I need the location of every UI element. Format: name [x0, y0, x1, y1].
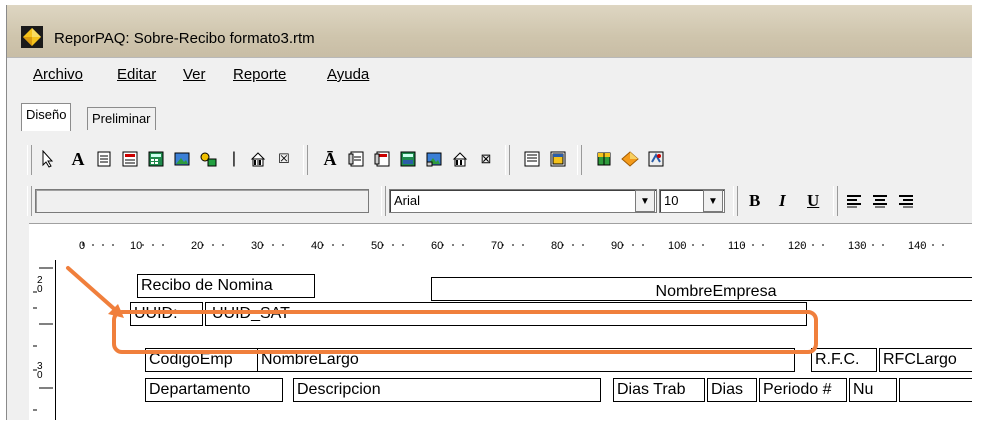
annotation-arrow-icon [66, 266, 124, 318]
chevron-down-icon[interactable]: ▼ [635, 190, 655, 212]
toolbar-grip[interactable] [733, 186, 738, 216]
title-bar: ReporPAQ: Sobre-Recibo formato3.rtm [7, 5, 972, 57]
dbrichtext-icon[interactable] [371, 147, 393, 171]
ruler-mark: 120 [788, 240, 807, 252]
vruler-mark: 2 0 [37, 275, 43, 295]
ruler-mark: 10 [130, 240, 143, 252]
ruler-mark: 20 [191, 240, 204, 252]
report-field-dias-trab[interactable]: Dias Trab [613, 378, 705, 402]
shape-icon[interactable] [197, 147, 219, 171]
menu-label: Ayuda [327, 66, 370, 83]
object-name-field[interactable] [35, 189, 369, 213]
report-field-departamento[interactable]: Departamento [145, 378, 283, 402]
ruler-mark: 40 [311, 240, 324, 252]
align-right-icon[interactable] [895, 189, 917, 213]
toolbar-grip[interactable] [27, 186, 32, 216]
report-field-rfc-label[interactable]: R.F.C. [811, 348, 877, 372]
line-icon[interactable]: | [223, 147, 245, 171]
app-window: ReporPAQ: Sobre-Recibo formato3.rtm Arch… [6, 5, 972, 420]
report-field-dias[interactable]: Dias [707, 378, 757, 402]
menu-ver[interactable]: Ver [183, 66, 206, 83]
toolbar-grip[interactable] [381, 186, 386, 216]
window-title: ReporPAQ: Sobre-Recibo formato3.rtm [54, 30, 315, 47]
align-left-icon[interactable] [843, 189, 865, 213]
label-icon[interactable]: A [67, 147, 89, 171]
menu-archivo[interactable]: Archivo [33, 66, 83, 83]
horizontal-ruler: 0 10 20 30 40 50 60 70 80 90 100 110 120… [29, 224, 972, 260]
dbcheckbox-icon[interactable]: ⊠ [475, 147, 497, 171]
barcode-icon[interactable] [247, 147, 269, 171]
richview-icon[interactable] [645, 147, 667, 171]
vertical-ruler: 2 0 3 0 [29, 260, 56, 420]
report-field-periodo[interactable]: Periodo # [759, 378, 847, 402]
report-field-extra[interactable] [899, 378, 972, 402]
underline-button[interactable]: U [807, 191, 819, 211]
memo-icon[interactable] [93, 147, 115, 171]
report-field-nombre-empresa[interactable]: NombreEmpresa [431, 277, 972, 301]
report-field-nu[interactable]: Nu [849, 378, 897, 402]
pointer-icon[interactable] [37, 147, 59, 171]
region-icon[interactable] [521, 147, 543, 171]
font-name-select[interactable]: Arial [389, 189, 657, 213]
menu-label: Reporte [233, 66, 287, 83]
report-field-rfc-largo[interactable]: RFCLargo [879, 348, 972, 372]
components-toolbar: A | ☒ Ā ⊠ [27, 143, 972, 181]
tab-preliminar[interactable]: Preliminar [87, 107, 156, 130]
image-icon[interactable] [171, 147, 193, 171]
toolbar-grip[interactable] [833, 186, 838, 216]
subreport-icon[interactable] [547, 147, 569, 171]
ruler-mark: 70 [491, 240, 504, 252]
ruler-mark: 100 [668, 240, 687, 252]
dbcalc-icon[interactable] [397, 147, 419, 171]
menu-editar[interactable]: Editar [117, 66, 156, 83]
chart-icon[interactable] [619, 147, 641, 171]
ruler-mark: 130 [848, 240, 867, 252]
ruler-mark: 0 [79, 240, 86, 252]
menu-ayuda[interactable]: Ayuda [327, 66, 369, 83]
view-tabs: Diseño Preliminar [7, 91, 972, 141]
toolbar-grip[interactable] [505, 145, 510, 175]
ruler-mark: 140 [908, 240, 927, 252]
chevron-down-icon[interactable]: ▼ [703, 190, 723, 212]
dbtext-icon[interactable]: Ā [319, 147, 341, 171]
menu-label: Editar [117, 66, 157, 83]
bold-button[interactable]: B [749, 191, 760, 211]
dbbarcode-icon[interactable] [449, 147, 471, 171]
menu-bar: Archivo Editar Ver Reporte Ayuda [7, 57, 972, 92]
vruler-mark: 3 0 [37, 361, 43, 381]
report-field-descripcion[interactable]: Descripcion [293, 378, 601, 402]
align-center-icon[interactable] [869, 189, 891, 213]
italic-button[interactable]: I [779, 191, 786, 211]
format-toolbar: Arial ▼ 10 ▼ B I U [27, 183, 972, 219]
ruler-mark: 30 [251, 240, 264, 252]
menu-label: Ver [183, 66, 206, 83]
highlight-frame [112, 310, 818, 354]
menu-label: Archivo [33, 66, 84, 83]
ruler-mark: 50 [371, 240, 384, 252]
toolbar-grip[interactable] [577, 145, 582, 175]
toolbar-grip[interactable] [27, 145, 32, 175]
richtext-icon[interactable] [119, 147, 141, 171]
tab-diseno[interactable]: Diseño [21, 103, 72, 131]
ruler-mark: 60 [431, 240, 444, 252]
menu-reporte[interactable]: Reporte [233, 66, 286, 83]
dbmemo-icon[interactable] [345, 147, 367, 171]
ruler-mark: 90 [611, 240, 624, 252]
report-field-recibo-title[interactable]: Recibo de Nomina [137, 274, 315, 298]
toolbar-grip[interactable] [303, 145, 308, 175]
app-diamond-icon [21, 26, 43, 48]
checkbox-icon[interactable]: ☒ [273, 147, 295, 171]
dbimage-icon[interactable] [423, 147, 445, 171]
crosstab-icon[interactable] [593, 147, 615, 171]
ruler-mark: 80 [551, 240, 564, 252]
calc-icon[interactable] [145, 147, 167, 171]
ruler-mark: 110 [728, 240, 746, 252]
